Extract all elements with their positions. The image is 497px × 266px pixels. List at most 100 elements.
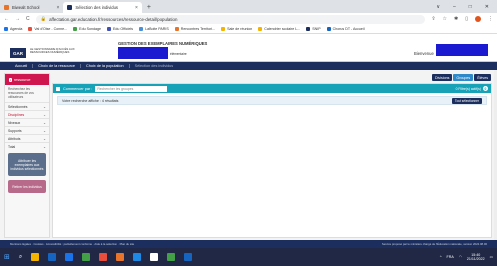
- menu-icon[interactable]: ⋮: [488, 16, 493, 22]
- tab-close-icon[interactable]: ×: [135, 5, 138, 11]
- windows-start-icon[interactable]: ⊞: [4, 253, 10, 261]
- nav-select-individuals: Sélection des individus: [134, 64, 174, 68]
- taskbar-app-icon[interactable]: [65, 253, 74, 261]
- tab-close-icon[interactable]: ×: [56, 5, 59, 11]
- bookmark-icon: [106, 27, 111, 31]
- chevron-down-icon: ⌄: [43, 144, 46, 149]
- filter-panel: i ressource Recherchez les ressources de…: [4, 73, 50, 238]
- taskbar-app-icon[interactable]: [133, 253, 142, 261]
- footer-links[interactable]: Mentions légales · Cookies · Accessibili…: [10, 242, 134, 246]
- filter-item[interactable]: Sélectionnés ⌄: [5, 102, 49, 110]
- search-bar: Commencer par : Rechercher les groupes 0…: [53, 84, 491, 93]
- taskbar-app-icon[interactable]: [116, 253, 125, 261]
- filter-item[interactable]: Total ⌄: [5, 142, 49, 150]
- new-tab-button[interactable]: +: [142, 2, 156, 13]
- bookmark-item[interactable]: Edu Sondage: [73, 27, 101, 31]
- taskbar-app-icon[interactable]: [31, 253, 40, 261]
- bookmarks-bar: Agenda Val d'Oise - Conne... Edu Sondage Ed…: [0, 25, 497, 34]
- star-icon[interactable]: ☆: [443, 16, 447, 22]
- filter-item[interactable]: Niveaux ⌄: [5, 118, 49, 126]
- establishment-type: élémentaire: [170, 52, 187, 56]
- notification-icon[interactable]: ▭: [490, 255, 493, 259]
- active-filters[interactable]: 0 Filtre(s) actif(s) 0: [456, 86, 488, 91]
- sidebar-icon[interactable]: ▯: [465, 16, 468, 22]
- filter-label: Niveaux: [8, 120, 21, 125]
- maximize-button[interactable]: □: [469, 2, 472, 13]
- filter-label: Disciplines: [8, 112, 25, 117]
- address-bar: ← → C 🔒 affectation.gar.education.fr/res…: [0, 13, 497, 25]
- bookmark-item[interactable]: Rencontres Territori...: [174, 27, 215, 31]
- view-divisions-button[interactable]: Divisions: [432, 74, 453, 81]
- bookmark-item[interactable]: LaBoite PARIS: [139, 27, 169, 31]
- clock[interactable]: 15:40 21/11/2022: [467, 253, 485, 261]
- tab-favicon-icon: [4, 5, 9, 10]
- bookmark-icon: [139, 27, 144, 31]
- browser-tab-bar: Biwealt School × Sélection des individus…: [0, 0, 497, 13]
- taskbar-app-icon[interactable]: [150, 253, 159, 261]
- resource-rubric[interactable]: i ressource: [5, 74, 49, 85]
- bookmark-item[interactable]: Calendrier scolaire L...: [258, 27, 300, 31]
- info-icon: i: [9, 77, 12, 82]
- filter-item[interactable]: Attributs ⌄: [5, 134, 49, 142]
- tab-favicon-icon: [67, 5, 73, 10]
- back-icon[interactable]: ←: [4, 16, 9, 22]
- filter-label: Total: [8, 144, 16, 149]
- taskbar-app-icon[interactable]: [167, 253, 176, 261]
- chevron-down-icon: ⌄: [43, 104, 46, 109]
- bookmark-icon: [221, 27, 226, 31]
- filter-intro: Recherchez les ressources de vos utilisa…: [8, 87, 34, 99]
- footer-credit: Service proposé par le ministère chargé …: [381, 242, 487, 246]
- taskbar-app-icon[interactable]: [82, 253, 91, 261]
- gar-header: GAR LE GESTIONNAIRE D'ACCÈS AUX RESSOURC…: [0, 35, 497, 62]
- page-footer: Mentions légales · Cookies · Accessibili…: [0, 240, 497, 248]
- wifi-icon[interactable]: ◠: [459, 255, 462, 259]
- extension-icon[interactable]: ✱: [454, 16, 458, 22]
- content-area: i ressource Recherchez les ressources de…: [0, 70, 497, 240]
- result-summary: Votre recherche affiche : 4 résultats To…: [57, 96, 487, 105]
- view-groups-button[interactable]: Groupes: [453, 74, 474, 81]
- reload-icon[interactable]: C: [26, 16, 30, 22]
- welcome-label: Bienvenue: [414, 51, 434, 56]
- forward-icon[interactable]: →: [15, 16, 20, 22]
- taskbar-app-icon[interactable]: [99, 253, 108, 261]
- redacted-user-name[interactable]: [436, 44, 488, 56]
- taskbar-app-icon[interactable]: [184, 253, 193, 261]
- minimize-button[interactable]: –: [453, 2, 456, 13]
- select-checkbox[interactable]: [56, 86, 60, 91]
- filter-label: Attributs: [8, 136, 21, 141]
- filter-item[interactable]: Disciplines ⌄: [5, 110, 49, 118]
- remove-individuals-button[interactable]: Retirer les individus: [8, 180, 46, 194]
- nav-choose-population[interactable]: Choix de la population: [81, 64, 130, 68]
- url-field[interactable]: 🔒 affectation.gar.education.fr/ressource…: [35, 14, 426, 24]
- tab-search-icon[interactable]: ∨: [436, 2, 440, 13]
- redacted-establishment: [118, 47, 168, 59]
- close-window-button[interactable]: ✕: [485, 2, 489, 13]
- nav-choose-resource[interactable]: Choix de la ressource: [33, 64, 81, 68]
- bookmark-item[interactable]: Sale de réunion: [221, 27, 252, 31]
- bookmark-item[interactable]: Agenda: [4, 27, 22, 31]
- view-students-button[interactable]: Élèves: [474, 74, 491, 81]
- share-icon[interactable]: ⇪: [431, 16, 435, 22]
- select-all-button[interactable]: Tout sélectionner: [451, 97, 482, 104]
- bookmark-item[interactable]: SNIP: [306, 27, 321, 31]
- tray-chevron-icon[interactable]: ^: [440, 255, 442, 259]
- bookmark-label: LaBoite PARIS: [145, 27, 169, 31]
- bookmark-item[interactable]: Chorus DT - Accueil: [326, 27, 365, 31]
- taskbar-app-icon[interactable]: [48, 253, 57, 261]
- search-icon[interactable]: ⌕: [19, 254, 22, 261]
- bookmark-item[interactable]: Edu Officiels: [106, 27, 133, 31]
- language-indicator[interactable]: FRA: [447, 255, 454, 259]
- bookmark-item[interactable]: Val d'Oise - Conne...: [28, 27, 67, 31]
- assign-button[interactable]: Attribuer les exemplaires aux individus …: [8, 153, 46, 177]
- breadcrumb-nav: Accueil Choix de la ressource Choix de l…: [0, 62, 497, 70]
- search-input[interactable]: Rechercher les groupes: [95, 85, 168, 92]
- bookmark-label: Chorus DT - Accueil: [332, 27, 365, 31]
- profile-avatar[interactable]: [475, 16, 481, 22]
- url-text: affectation.gar.education.fr/ressources/…: [49, 16, 178, 22]
- browser-tab-selection[interactable]: Sélection des individus ×: [63, 2, 142, 13]
- filter-label: Supports: [8, 128, 22, 133]
- nav-home[interactable]: Accueil: [10, 64, 34, 68]
- bookmark-label: Agenda: [10, 27, 23, 31]
- browser-tab-biwealt[interactable]: Biwealt School ×: [0, 2, 63, 13]
- filter-item[interactable]: Supports ⌄: [5, 126, 49, 134]
